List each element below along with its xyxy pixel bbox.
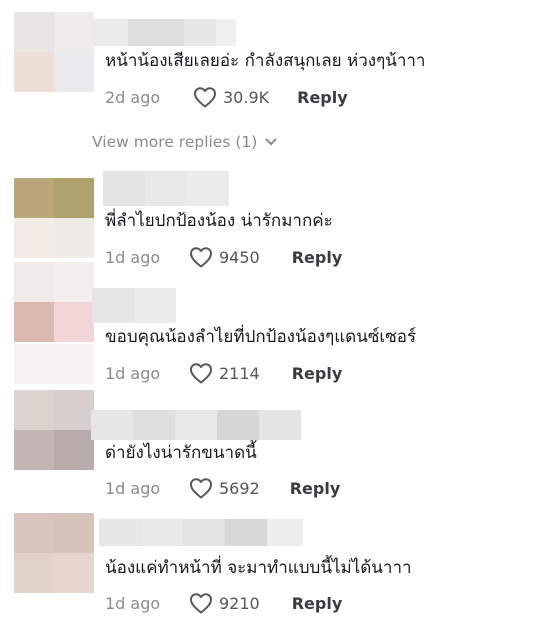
reply-button[interactable]: Reply (292, 364, 343, 383)
like-count: 30.9K (223, 87, 270, 107)
comment-date: 1d ago (105, 478, 161, 498)
comment-text: หน้าน้องเสียเลยอ่ะ กำลังสนุกเลย ห่วงๆน้า… (105, 51, 426, 71)
like-count: 2114 (219, 363, 260, 383)
comment-meta: 1d ago 9450 Reply (105, 246, 342, 268)
comment-text: ด่ายังไงน่ารักขนาดนี้ (105, 443, 257, 463)
like-button[interactable]: 9450 (189, 246, 260, 268)
comment-text: พี่ลำไยปกป้องน้อง น่ารักมากค่ะ (105, 211, 333, 231)
heart-icon (190, 478, 212, 499)
like-button[interactable]: 2114 (189, 362, 260, 384)
avatar[interactable] (14, 390, 94, 470)
heart-icon (194, 87, 216, 108)
reply-button[interactable]: Reply (290, 479, 341, 498)
comment-meta: 1d ago 5692 Reply (105, 477, 340, 499)
username[interactable] (99, 519, 303, 546)
comment-date: 1d ago (105, 247, 161, 267)
reply-button[interactable]: Reply (292, 248, 343, 267)
like-count: 5692 (219, 478, 260, 498)
comment-text: ขอบคุณน้องลำไยที่ปกป้องน้องๆแดนซ์เซอร์ (105, 327, 417, 347)
like-button[interactable]: 9210 (189, 592, 260, 614)
like-button[interactable]: 30.9K (193, 86, 269, 108)
avatar-fragment (14, 344, 94, 384)
heart-icon (190, 593, 212, 614)
comment-date: 1d ago (105, 593, 161, 613)
username[interactable] (103, 171, 229, 206)
like-count: 9450 (219, 247, 260, 267)
comment-text: น้องแค่ทำหน้าที่ จะมาทำแบบนี้ไม่ได้นาาา (105, 558, 412, 578)
comment-meta: 1d ago 2114 Reply (105, 362, 342, 384)
view-more-label: View more replies (1) (92, 133, 258, 151)
like-count: 9210 (219, 593, 260, 613)
heart-icon (190, 247, 212, 268)
avatar[interactable] (14, 513, 94, 593)
heart-icon (190, 363, 212, 384)
chevron-down-icon (265, 138, 278, 146)
comment-meta: 1d ago 9210 Reply (105, 592, 342, 614)
reply-button[interactable]: Reply (292, 594, 343, 613)
avatar[interactable] (14, 178, 94, 258)
reply-button[interactable]: Reply (297, 88, 348, 107)
username[interactable] (92, 19, 236, 46)
comment-meta: 2d ago 30.9K Reply (105, 86, 348, 108)
like-button[interactable]: 5692 (189, 477, 260, 499)
avatar[interactable] (14, 262, 94, 342)
username[interactable] (91, 410, 301, 440)
view-more-replies[interactable]: View more replies (1) (92, 130, 278, 154)
comment-date: 1d ago (105, 363, 161, 383)
comment-date: 2d ago (105, 87, 161, 107)
avatar[interactable] (14, 12, 94, 92)
username[interactable] (92, 288, 176, 323)
